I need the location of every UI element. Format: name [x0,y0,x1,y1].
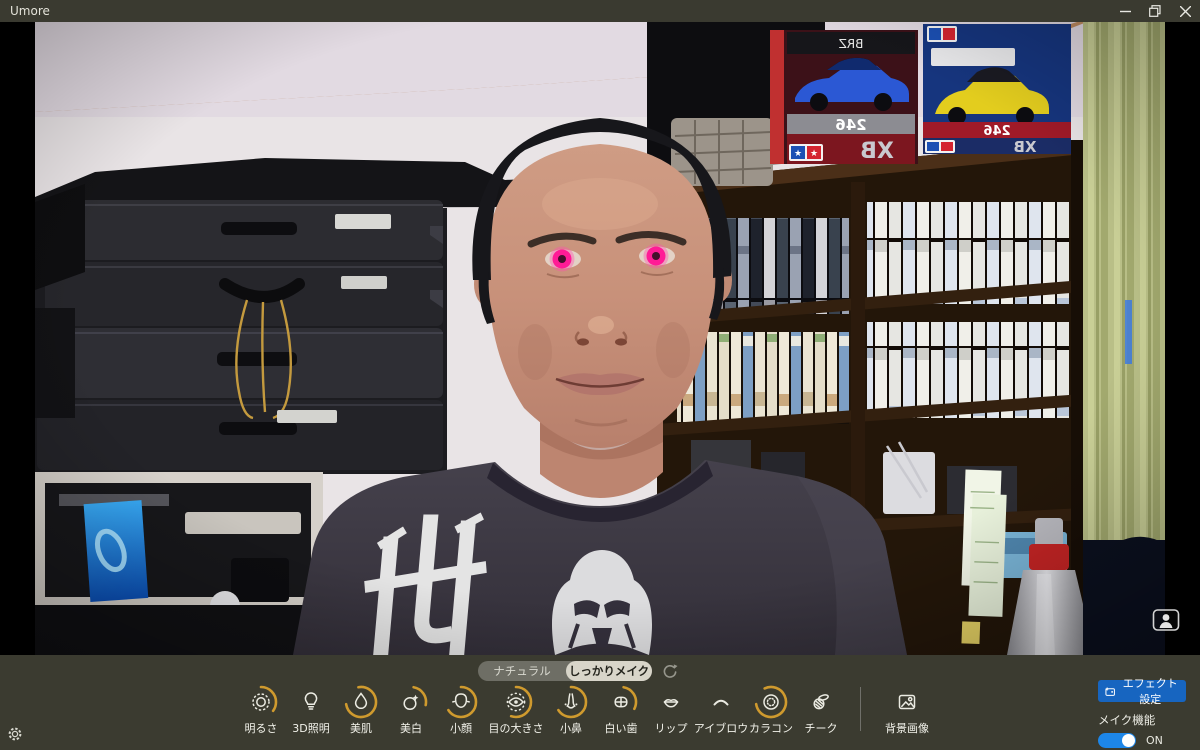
lips-icon [663,698,679,708]
person-frame-icon [1152,609,1180,631]
filter-whitening[interactable]: 美白 [386,685,436,736]
minimize-icon [1119,10,1131,12]
makeup-toggle-row: ON [1098,733,1193,748]
preset-selector: ナチュラル しっかりメイク [478,661,680,681]
makeup-toggle[interactable] [1098,733,1136,748]
face-shine-icon [403,694,419,711]
bulb-icon [304,692,318,710]
makeup-toolbar: ナチュラル しっかりメイク 明るさ 3D照明 美肌 美白 小顔 目の大きさ 小鼻… [0,655,1200,750]
nose-icon [564,693,578,709]
filter-white-teeth[interactable]: 白い歯 [596,685,646,736]
restore-button[interactable] [1140,0,1170,22]
contact-lens-icon [763,694,779,710]
filter-label: カラコン [749,722,793,735]
webcam-preview-area: BRZ 246 XB ★★ [0,22,1200,655]
filter-row: 明るさ 3D照明 美肌 美白 小顔 目の大きさ 小鼻 白い歯 リップ アイブロウ… [236,685,937,736]
filter-small-face[interactable]: 小顔 [436,685,486,736]
restore-icon [1149,5,1161,17]
filter-label: 小鼻 [560,722,582,735]
filter-lip[interactable]: リップ [646,685,696,736]
background-image-button[interactable]: 背景画像 [877,685,937,736]
filter-label: 目の大きさ [488,722,544,735]
cheek-icon [813,694,829,710]
filter-label: リップ [654,722,688,735]
droplet-icon [354,692,368,709]
toolbar-divider [860,687,861,731]
close-button[interactable] [1170,0,1200,22]
background-image-icon [898,694,916,710]
webcam-feed: BRZ 246 XB ★★ [35,22,1165,655]
filter-label: 美肌 [350,722,372,735]
self-view-toggle[interactable] [1152,608,1180,632]
filter-label: 3D照明 [292,722,330,735]
filter-label: 小顔 [450,722,472,735]
effects-panel: エフェクト設定 メイク機能 ON [1098,678,1193,748]
reset-button[interactable] [660,661,680,681]
eye-icon [506,692,526,712]
filter-skin-smoothing[interactable]: 美肌 [336,685,386,736]
filter-label: チーク [804,722,838,735]
close-icon [1179,5,1191,17]
minimize-button[interactable] [1110,0,1140,22]
filter-color-contacts[interactable]: カラコン [746,685,796,736]
gear-icon [8,727,22,741]
small-face-icon [452,693,470,709]
titlebar: Umore [0,0,1200,22]
brightness-icon [252,693,270,711]
filter-eye-size[interactable]: 目の大きさ [486,685,546,736]
filter-label: 美白 [400,722,422,735]
refresh-icon [663,664,678,678]
toggle-knob [1122,734,1135,747]
filter-cheek[interactable]: チーク [796,685,846,736]
preset-pillgroup: ナチュラル しっかりメイク [478,661,652,681]
umore-app-window: Umore ナチュラル しっかりメイク 明るさ 3D照明 美肌 美白 小顔 目の… [0,0,1200,750]
filter-nose[interactable]: 小鼻 [546,685,596,736]
filter-label: 明るさ [244,722,278,735]
filter-eyebrow[interactable]: アイブロウ [693,685,749,736]
teeth-icon [614,696,628,708]
window-title: Umore [10,4,50,18]
effect-settings-label: エフェクト設定 [1122,678,1178,706]
effect-settings-icon [1105,686,1115,696]
filter-brightness[interactable]: 明るさ [236,685,286,736]
makeup-feature-label: メイク機能 [1098,713,1156,727]
toggle-state-label: ON [1146,734,1163,747]
eyebrow-icon [713,699,729,706]
filter-label: 背景画像 [885,722,929,735]
filter-label: 白い歯 [604,722,638,735]
settings-button[interactable] [7,726,23,742]
filter-label: アイブロウ [693,722,749,735]
filter-3d-lighting[interactable]: 3D照明 [286,685,336,736]
effect-settings-button[interactable]: エフェクト設定 [1098,678,1186,706]
tab-full-makeup[interactable]: しっかりメイク [566,661,652,681]
tab-natural[interactable]: ナチュラル [478,661,566,681]
